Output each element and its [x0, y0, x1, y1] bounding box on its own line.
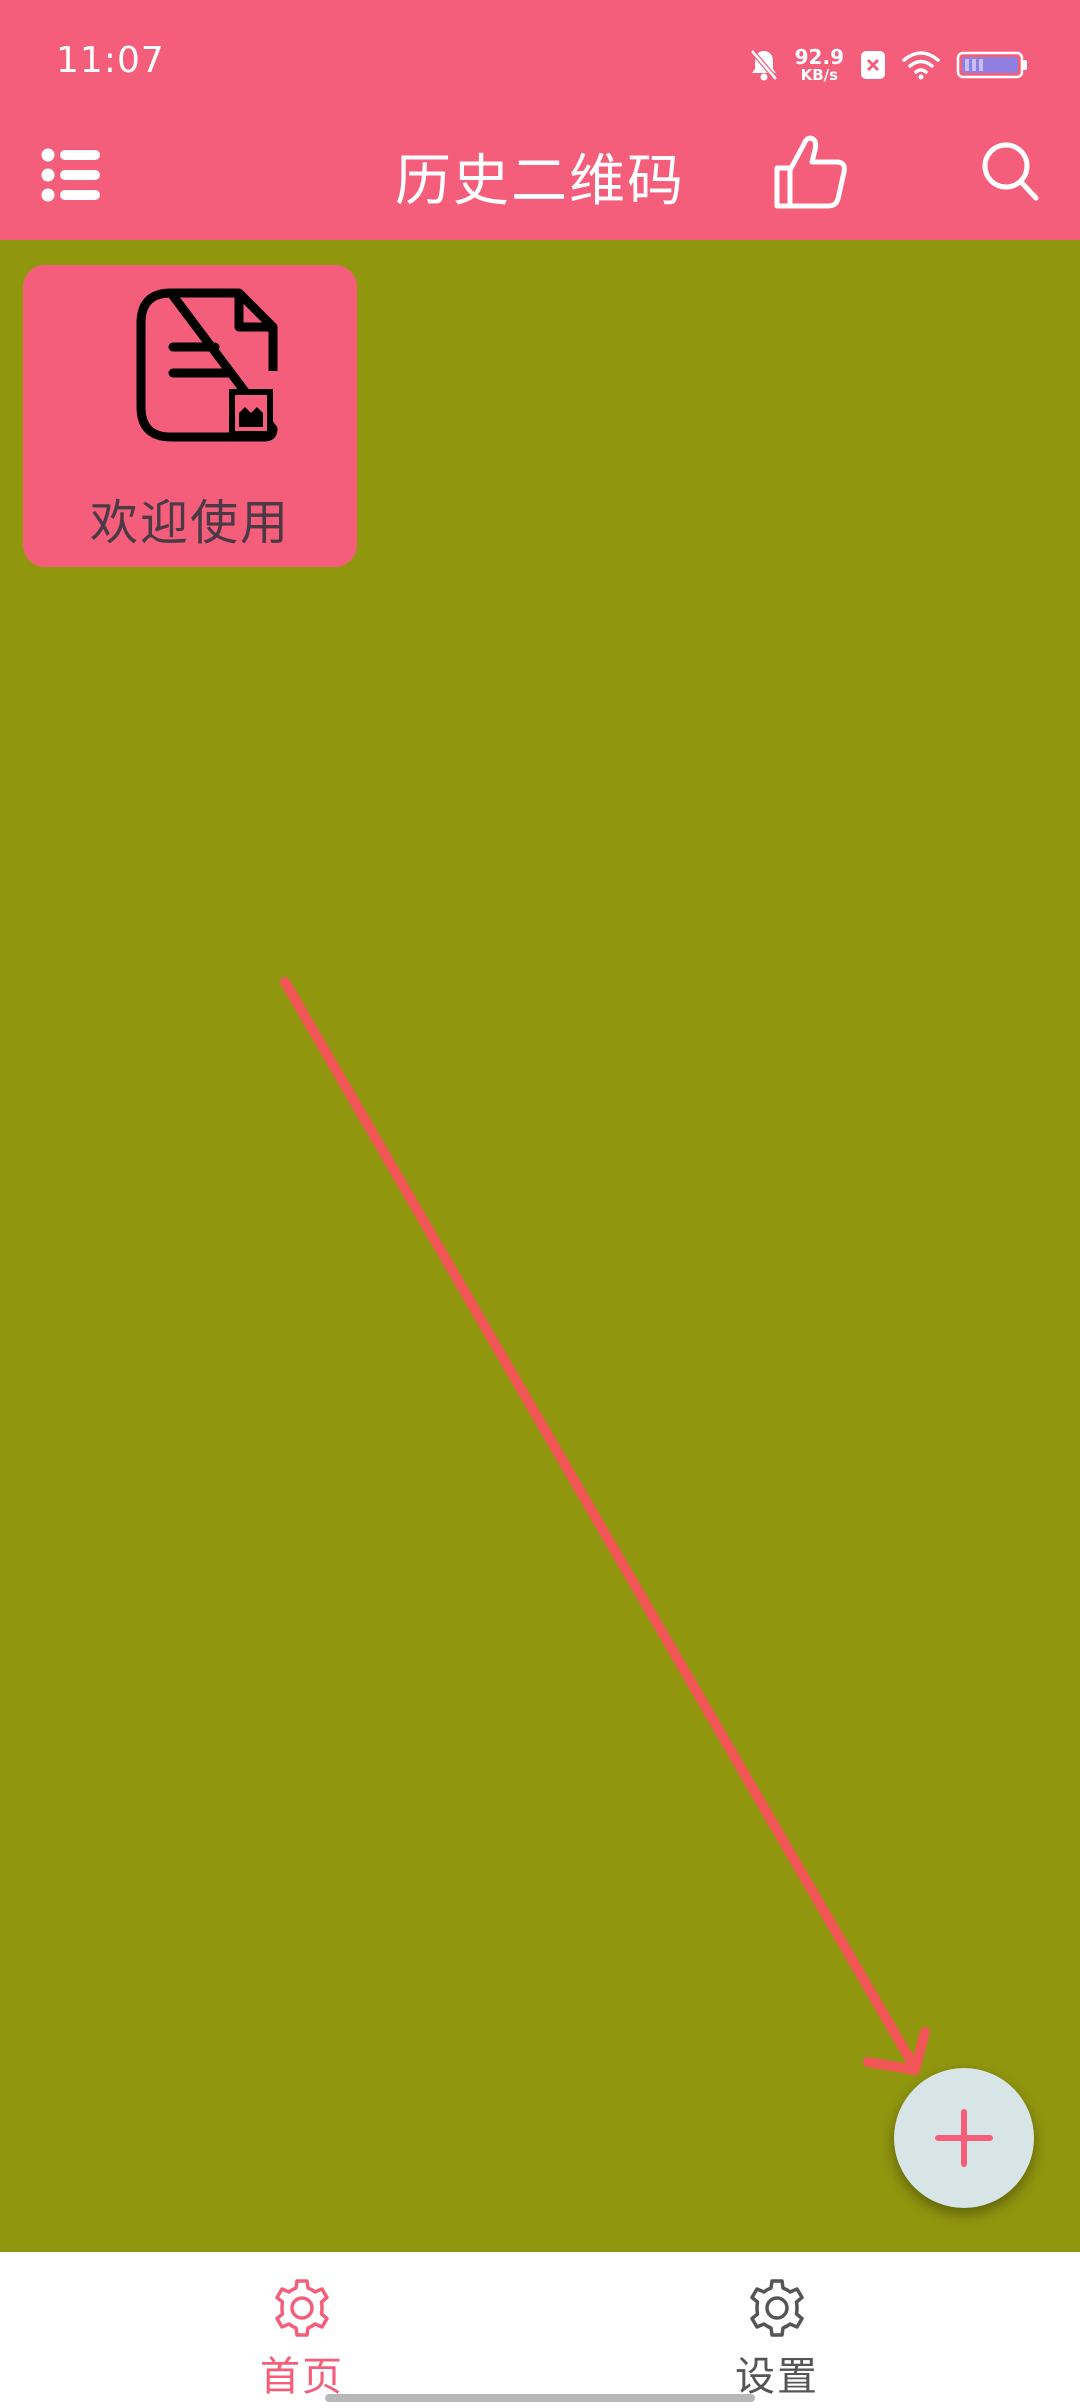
nav-item-home[interactable]: 首页 — [152, 2252, 452, 2408]
gear-icon — [275, 2279, 329, 2337]
plus-icon — [935, 2109, 993, 2167]
nav-item-settings[interactable]: 设置 — [627, 2252, 927, 2408]
bottom-nav: 首页 设置 — [0, 2252, 1080, 2408]
gear-icon — [750, 2279, 804, 2337]
add-button[interactable] — [894, 2068, 1034, 2208]
annotation-arrow — [280, 977, 930, 2075]
home-indicator[interactable] — [325, 2394, 755, 2402]
